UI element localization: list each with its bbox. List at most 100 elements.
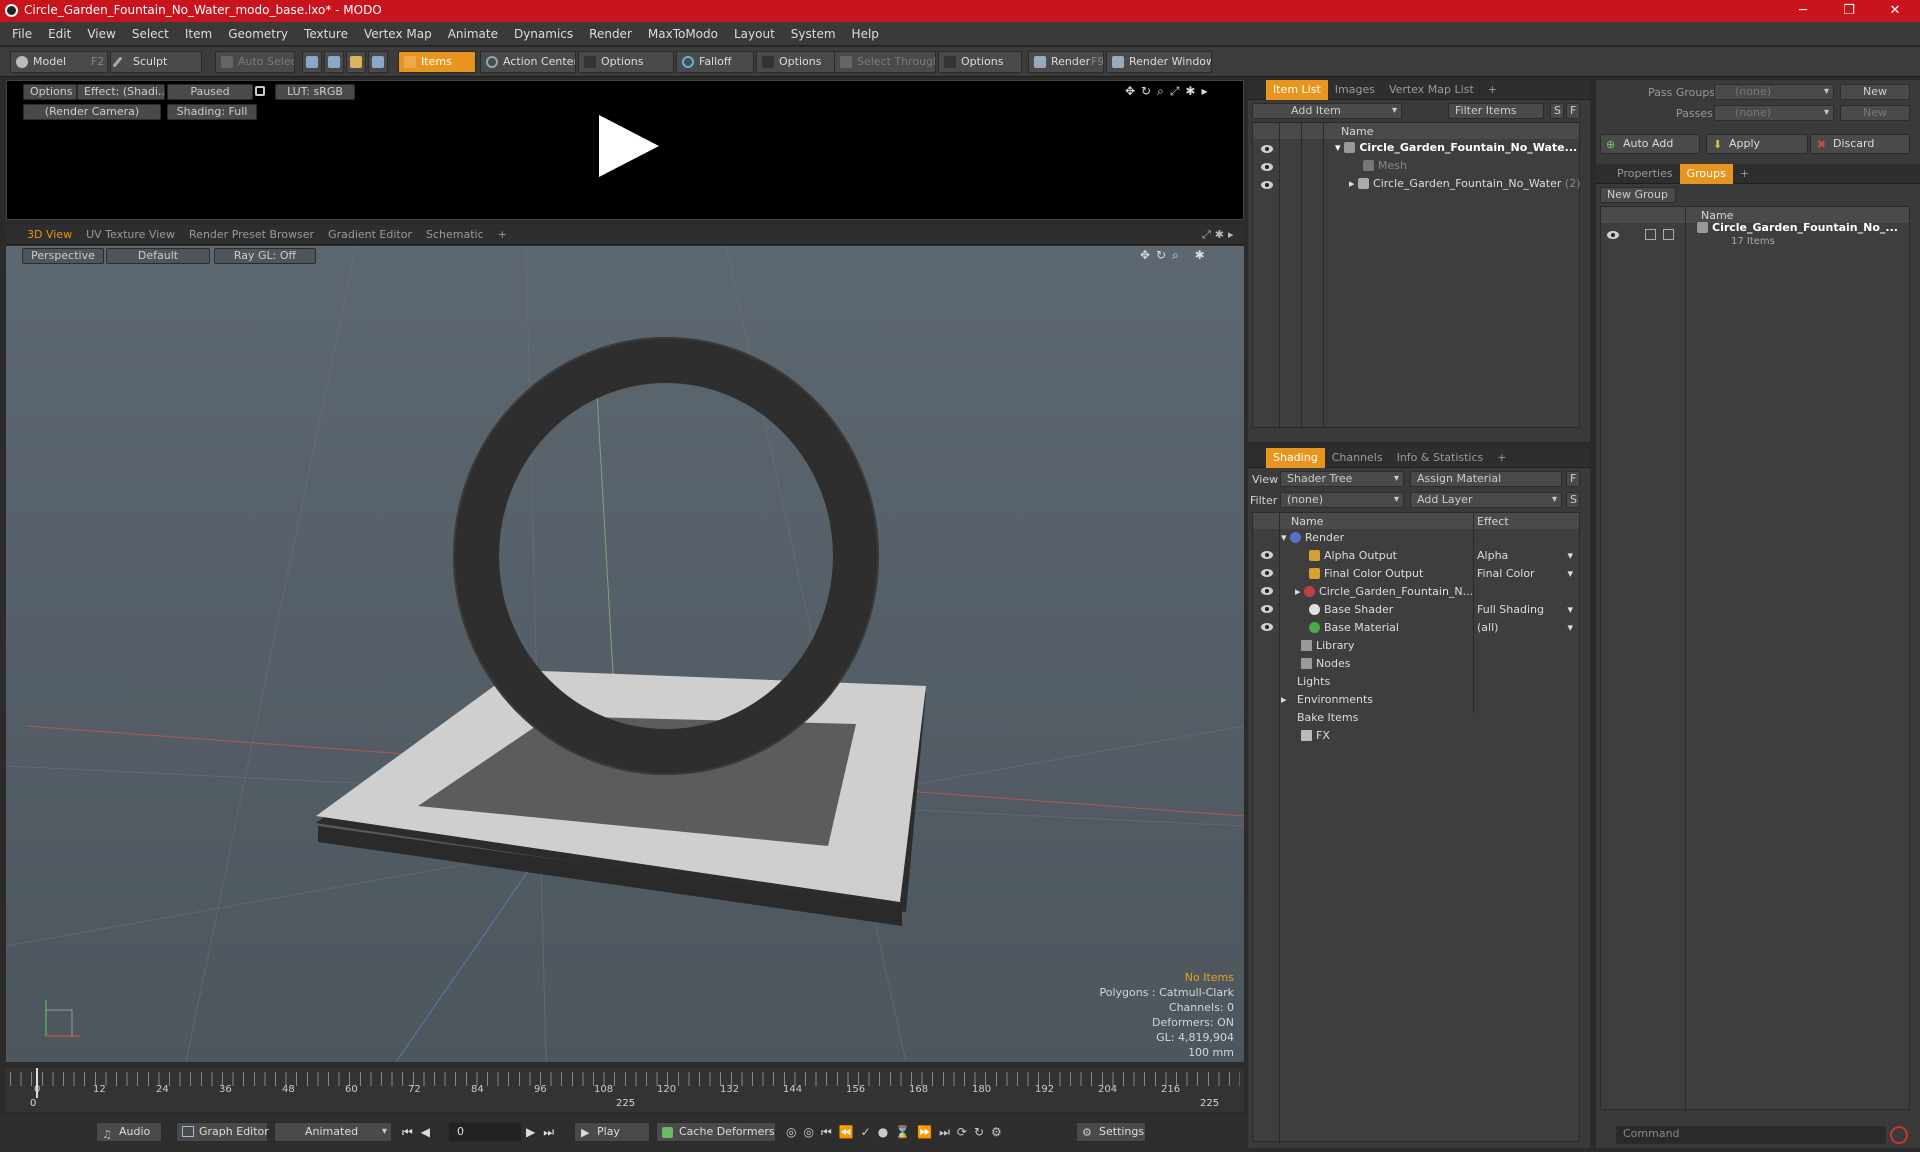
add-item-dropdown[interactable]: Add Item xyxy=(1252,103,1402,119)
shader-row-base-shader[interactable]: Base Shader xyxy=(1309,601,1393,619)
material-select-icon[interactable] xyxy=(368,51,388,73)
3d-viewport[interactable]: Perspective Default Ray GL: Off ✥↻⌕ ✱ No… xyxy=(6,246,1244,1062)
menu-item[interactable]: Item xyxy=(177,22,220,46)
shader-row-final-color-output[interactable]: Final Color Output xyxy=(1309,565,1423,583)
shading-s-button[interactable]: S xyxy=(1566,492,1580,508)
shader-filter-dropdown[interactable]: (none) xyxy=(1280,492,1404,508)
menu-edit[interactable]: Edit xyxy=(40,22,79,46)
shader-row-lights[interactable]: Lights xyxy=(1297,673,1330,691)
cache-deformers-button[interactable]: Cache Deformers xyxy=(656,1122,776,1142)
model-mode-button[interactable]: Model F2 xyxy=(10,51,108,73)
preview-camera-dropdown[interactable]: (Render Camera) xyxy=(23,104,161,120)
lock-icon[interactable] xyxy=(255,86,265,96)
shader-row-render[interactable]: ▾ Render xyxy=(1281,529,1344,547)
filter-s-button[interactable]: S xyxy=(1550,103,1564,119)
passes-dropdown[interactable]: (none) xyxy=(1714,105,1834,121)
preview-shading-dropdown[interactable]: Shading: Full xyxy=(167,104,257,120)
shader-row-material-group[interactable]: ▸ Circle_Garden_Fountain_N... xyxy=(1295,583,1473,601)
tree-item-group[interactable]: ▸ Circle_Garden_Fountain_No_Water (2) xyxy=(1349,175,1581,193)
auto-add-button[interactable]: ⊕ Auto Add xyxy=(1600,134,1700,154)
pass-groups-dropdown[interactable]: (none) xyxy=(1714,84,1834,100)
play-preview-icon[interactable] xyxy=(593,111,663,181)
tab-properties[interactable]: Properties xyxy=(1610,164,1680,184)
viewport-panel-icons[interactable]: ⤢✱▸ xyxy=(1202,228,1238,242)
lock-checkbox[interactable] xyxy=(1645,229,1656,240)
menu-texture[interactable]: Texture xyxy=(296,22,356,46)
tab-uv-texture-view[interactable]: UV Texture View xyxy=(79,225,182,245)
menu-system[interactable]: System xyxy=(783,22,844,46)
discard-button[interactable]: ✖ Discard xyxy=(1810,134,1910,154)
tab-channels[interactable]: Channels xyxy=(1325,448,1390,468)
visibility-eye-icon[interactable] xyxy=(1261,623,1273,631)
tree-item-mesh[interactable]: Mesh xyxy=(1363,157,1407,175)
action-center-button[interactable]: Action Center xyxy=(480,51,576,73)
visibility-eye-icon[interactable] xyxy=(1261,181,1273,189)
add-tab-button[interactable]: + xyxy=(1733,164,1756,184)
menu-file[interactable]: File xyxy=(0,22,40,46)
tab-groups[interactable]: Groups xyxy=(1679,164,1733,184)
select-through-options-button[interactable]: Options xyxy=(938,51,1022,73)
filter-items-field[interactable]: Filter Items xyxy=(1448,103,1544,119)
tab-schematic[interactable]: Schematic xyxy=(419,225,491,245)
visibility-eye-icon[interactable] xyxy=(1261,605,1273,613)
visibility-eye-icon[interactable] xyxy=(1261,145,1273,153)
preview-nav-icons[interactable]: ✥↻⌕⤢✱▸ xyxy=(1125,84,1214,99)
select-through-button[interactable]: Select Through xyxy=(834,51,936,73)
assign-material-button[interactable]: Assign Material xyxy=(1410,471,1562,487)
menu-view[interactable]: View xyxy=(79,22,123,46)
shader-row-environments[interactable]: ▸ Environments xyxy=(1281,691,1373,709)
new-group-button[interactable]: New Group xyxy=(1600,187,1676,203)
apply-button[interactable]: ⬇ Apply xyxy=(1706,134,1808,154)
effect-final-color-dropdown[interactable]: Final Color ▾ xyxy=(1477,565,1575,583)
menu-vertex-map[interactable]: Vertex Map xyxy=(356,22,440,46)
preview-options-button[interactable]: Options xyxy=(23,84,77,100)
shader-view-dropdown[interactable]: Shader Tree xyxy=(1280,471,1404,487)
menu-layout[interactable]: Layout xyxy=(726,22,783,46)
playback-tool-icons[interactable]: ◎◎⏮⏪✓●⌛⏩⏭⟳↻⚙ xyxy=(786,1125,1009,1140)
tab-item-list[interactable]: Item List xyxy=(1266,80,1328,100)
audio-button[interactable]: ♫ Audio xyxy=(96,1122,162,1142)
close-button[interactable]: ✕ xyxy=(1872,0,1918,22)
visibility-eye-icon[interactable] xyxy=(1607,231,1619,239)
sculpt-mode-button[interactable]: Sculpt xyxy=(110,51,202,73)
falloff-options-button[interactable]: Options xyxy=(756,51,836,73)
tab-vertex-map-list[interactable]: Vertex Map List xyxy=(1382,80,1481,100)
effect-all-dropdown[interactable]: (all) ▾ xyxy=(1477,619,1575,637)
vertex-select-icon[interactable] xyxy=(302,51,322,73)
next-key-buttons[interactable]: ▶⏭ xyxy=(526,1125,562,1140)
preview-lut-dropdown[interactable]: LUT: sRGB xyxy=(275,84,355,100)
select-checkbox[interactable] xyxy=(1663,229,1674,240)
render-window-button[interactable]: Render Window xyxy=(1106,51,1212,73)
command-input[interactable]: Command xyxy=(1616,1126,1886,1144)
tab-images[interactable]: Images xyxy=(1328,80,1382,100)
add-layer-dropdown[interactable]: Add Layer xyxy=(1410,492,1562,508)
action-center-options-button[interactable]: Options xyxy=(578,51,674,73)
polygon-select-icon[interactable] xyxy=(346,51,366,73)
new-pass-button[interactable]: New xyxy=(1840,105,1910,121)
filter-f-button[interactable]: F xyxy=(1566,103,1580,119)
shader-row-fx[interactable]: FX xyxy=(1301,727,1330,745)
tab-3d-view[interactable]: 3D View xyxy=(20,225,79,245)
shader-row-alpha-output[interactable]: Alpha Output xyxy=(1309,547,1397,565)
preview-effect-dropdown[interactable]: Effect: (Shadi... xyxy=(77,84,165,100)
shader-row-base-material[interactable]: Base Material xyxy=(1309,619,1399,637)
auto-select-button[interactable]: Auto Select xyxy=(215,51,295,73)
shader-row-library[interactable]: Library xyxy=(1301,637,1354,655)
menu-maxtomodo[interactable]: MaxToModo xyxy=(640,22,726,46)
visibility-eye-icon[interactable] xyxy=(1261,587,1273,595)
menu-geometry[interactable]: Geometry xyxy=(220,22,296,46)
shader-row-nodes[interactable]: Nodes xyxy=(1301,655,1350,673)
menu-render[interactable]: Render xyxy=(581,22,640,46)
add-tab-button[interactable]: + xyxy=(491,225,514,245)
items-mode-button[interactable]: Items xyxy=(398,51,476,73)
record-icon[interactable] xyxy=(1890,1126,1908,1144)
tree-item-scene[interactable]: ▾ Circle_Garden_Fountain_No_Wate... xyxy=(1335,139,1577,157)
add-tab-button[interactable]: + xyxy=(1490,448,1513,468)
visibility-eye-icon[interactable] xyxy=(1261,569,1273,577)
maximize-button[interactable]: ❐ xyxy=(1826,0,1872,22)
shader-row-bake-items[interactable]: Bake Items xyxy=(1297,709,1358,727)
menu-dynamics[interactable]: Dynamics xyxy=(506,22,581,46)
tab-gradient-editor[interactable]: Gradient Editor xyxy=(321,225,419,245)
edge-select-icon[interactable] xyxy=(324,51,344,73)
visibility-eye-icon[interactable] xyxy=(1261,163,1273,171)
